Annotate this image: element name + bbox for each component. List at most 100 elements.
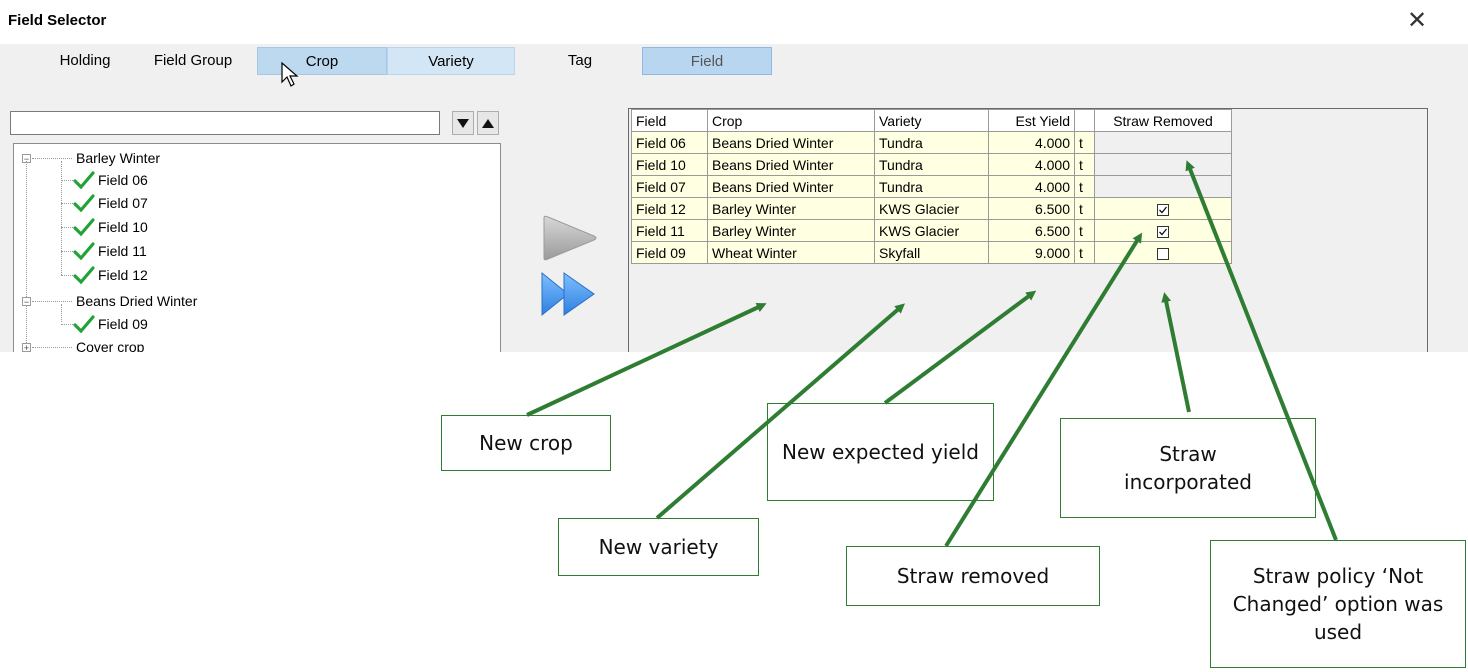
check-icon [73, 218, 95, 236]
cell-est-yield[interactable]: 9.000 [988, 241, 1075, 264]
cell-straw-removed[interactable] [1094, 131, 1232, 154]
tab-field[interactable]: Field [642, 47, 772, 75]
selected-fields-grid[interactable]: Field Crop Variety Est Yield Straw Remov… [628, 108, 1428, 352]
check-icon [73, 315, 95, 333]
tree-item[interactable]: Field 11 [14, 240, 494, 262]
tree-group-barley-winter[interactable]: − Barley Winter [14, 147, 494, 169]
tab-crop-label: Crop [305, 53, 339, 70]
straw-removed-checkbox[interactable] [1157, 225, 1169, 238]
cell-field: Field 06 [631, 131, 708, 154]
column-header-variety[interactable]: Variety [874, 109, 989, 132]
tree-group-beans-dried-winter[interactable]: − Beans Dried Winter [14, 290, 494, 312]
cell-straw-removed[interactable] [1094, 219, 1232, 242]
search-input[interactable] [11, 112, 439, 134]
tree-group-cover-crop[interactable]: + Cover crop [14, 336, 494, 352]
cell-field: Field 10 [631, 153, 708, 176]
cell-field: Field 12 [631, 197, 708, 220]
cell-unit: t [1074, 219, 1095, 242]
add-selected-button[interactable] [540, 215, 598, 261]
cell-unit: t [1074, 153, 1095, 176]
tree-item[interactable]: Field 07 [14, 192, 494, 214]
table-row[interactable]: Field 11 Barley Winter KWS Glacier 6.500… [631, 219, 1232, 242]
column-header-straw-removed[interactable]: Straw Removed [1094, 109, 1232, 132]
straw-removed-checkbox[interactable] [1157, 247, 1169, 260]
cell-crop[interactable]: Wheat Winter [707, 241, 875, 264]
checkmark-icon [1159, 206, 1168, 214]
tree-group-label: Cover crop [76, 339, 145, 352]
check-icon [73, 242, 95, 260]
cell-est-yield[interactable]: 4.000 [988, 153, 1075, 176]
tab-field-group[interactable]: Field Group [138, 47, 248, 75]
tree-group-label: Beans Dried Winter [76, 293, 198, 309]
tree-item-label: Field 07 [98, 195, 148, 211]
cell-crop[interactable]: Beans Dried Winter [707, 153, 875, 176]
cell-straw-removed[interactable] [1094, 197, 1232, 220]
callout-new-crop: New crop [441, 415, 611, 471]
search-field[interactable] [10, 111, 440, 135]
cell-variety[interactable]: Tundra [874, 175, 989, 198]
add-all-button[interactable] [540, 271, 598, 317]
tree-group-label: Barley Winter [76, 150, 161, 166]
cell-straw-removed[interactable] [1094, 241, 1232, 264]
mouse-cursor-icon [281, 62, 299, 87]
table-row[interactable]: Field 09 Wheat Winter Skyfall 9.000 t [631, 241, 1232, 264]
straw-removed-checkbox[interactable] [1157, 203, 1169, 216]
tree-item[interactable]: Field 06 [14, 169, 494, 191]
check-icon [73, 266, 95, 284]
cell-crop[interactable]: Beans Dried Winter [707, 175, 875, 198]
field-selector-window: Field Selector ✕ Holding Field Group Cro… [0, 0, 1468, 352]
tab-tag[interactable]: Tag [545, 47, 615, 75]
table-header-row: Field Crop Variety Est Yield Straw Remov… [631, 109, 1232, 132]
cell-straw-removed[interactable] [1094, 153, 1232, 176]
column-header-field[interactable]: Field [631, 109, 708, 132]
cell-variety[interactable]: KWS Glacier [874, 197, 989, 220]
cell-crop[interactable]: Barley Winter [707, 197, 875, 220]
tab-crop[interactable]: Crop [257, 47, 387, 75]
tree-item[interactable]: Field 09 [14, 313, 494, 335]
table-row[interactable]: Field 10 Beans Dried Winter Tundra 4.000… [631, 153, 1232, 176]
cell-straw-removed[interactable] [1094, 175, 1232, 198]
tree-item-label: Field 11 [98, 243, 147, 259]
cell-est-yield[interactable]: 4.000 [988, 131, 1075, 154]
sort-down-button[interactable] [452, 111, 474, 135]
title-bar: Field Selector ✕ [0, 0, 1468, 44]
table-row[interactable]: Field 06 Beans Dried Winter Tundra 4.000… [631, 131, 1232, 154]
callout-straw-removed: Straw removed [846, 546, 1100, 606]
tree-item-label: Field 09 [98, 316, 148, 332]
tree-item[interactable]: Field 10 [14, 216, 494, 238]
expand-icon[interactable]: + [22, 343, 31, 352]
callout-new-variety: New variety [558, 518, 759, 576]
table-row[interactable]: Field 07 Beans Dried Winter Tundra 4.000… [631, 175, 1232, 198]
tab-variety[interactable]: Variety [387, 47, 515, 75]
cell-variety[interactable]: KWS Glacier [874, 219, 989, 242]
cell-unit: t [1074, 175, 1095, 198]
table-row[interactable]: Field 12 Barley Winter KWS Glacier 6.500… [631, 197, 1232, 220]
cell-variety[interactable]: Tundra [874, 153, 989, 176]
cell-crop[interactable]: Barley Winter [707, 219, 875, 242]
tab-bar: Holding Field Group Crop Variety Tag Fie… [0, 44, 1468, 87]
cell-est-yield[interactable]: 4.000 [988, 175, 1075, 198]
callout-new-expected-yield: New expected yield [767, 403, 994, 501]
crop-tree[interactable]: − Barley Winter Field 06 Field 07 Field … [13, 143, 501, 352]
tree-item[interactable]: Field 12 [14, 264, 494, 286]
column-header-est-yield[interactable]: Est Yield [988, 109, 1075, 132]
callout-straw-incorporated: Straw incorporated [1060, 418, 1316, 518]
window-title: Field Selector [8, 12, 107, 29]
triangle-up-icon [482, 119, 494, 128]
sort-up-button[interactable] [477, 111, 499, 135]
cell-est-yield[interactable]: 6.500 [988, 219, 1075, 242]
cell-crop[interactable]: Beans Dried Winter [707, 131, 875, 154]
check-icon [73, 171, 95, 189]
tree-item-label: Field 12 [98, 267, 148, 283]
checkmark-icon [1159, 228, 1168, 236]
cell-variety[interactable]: Skyfall [874, 241, 989, 264]
cell-unit: t [1074, 131, 1095, 154]
column-header-crop[interactable]: Crop [707, 109, 875, 132]
close-icon[interactable]: ✕ [1407, 6, 1427, 36]
callout-straw-policy-not-changed: Straw policy ‘Not Changed’ option was us… [1210, 540, 1466, 668]
cell-est-yield[interactable]: 6.500 [988, 197, 1075, 220]
fields-table: Field Crop Variety Est Yield Straw Remov… [631, 109, 1232, 264]
cell-variety[interactable]: Tundra [874, 131, 989, 154]
tab-holding[interactable]: Holding [45, 47, 125, 75]
collapse-icon[interactable]: − [22, 297, 31, 307]
